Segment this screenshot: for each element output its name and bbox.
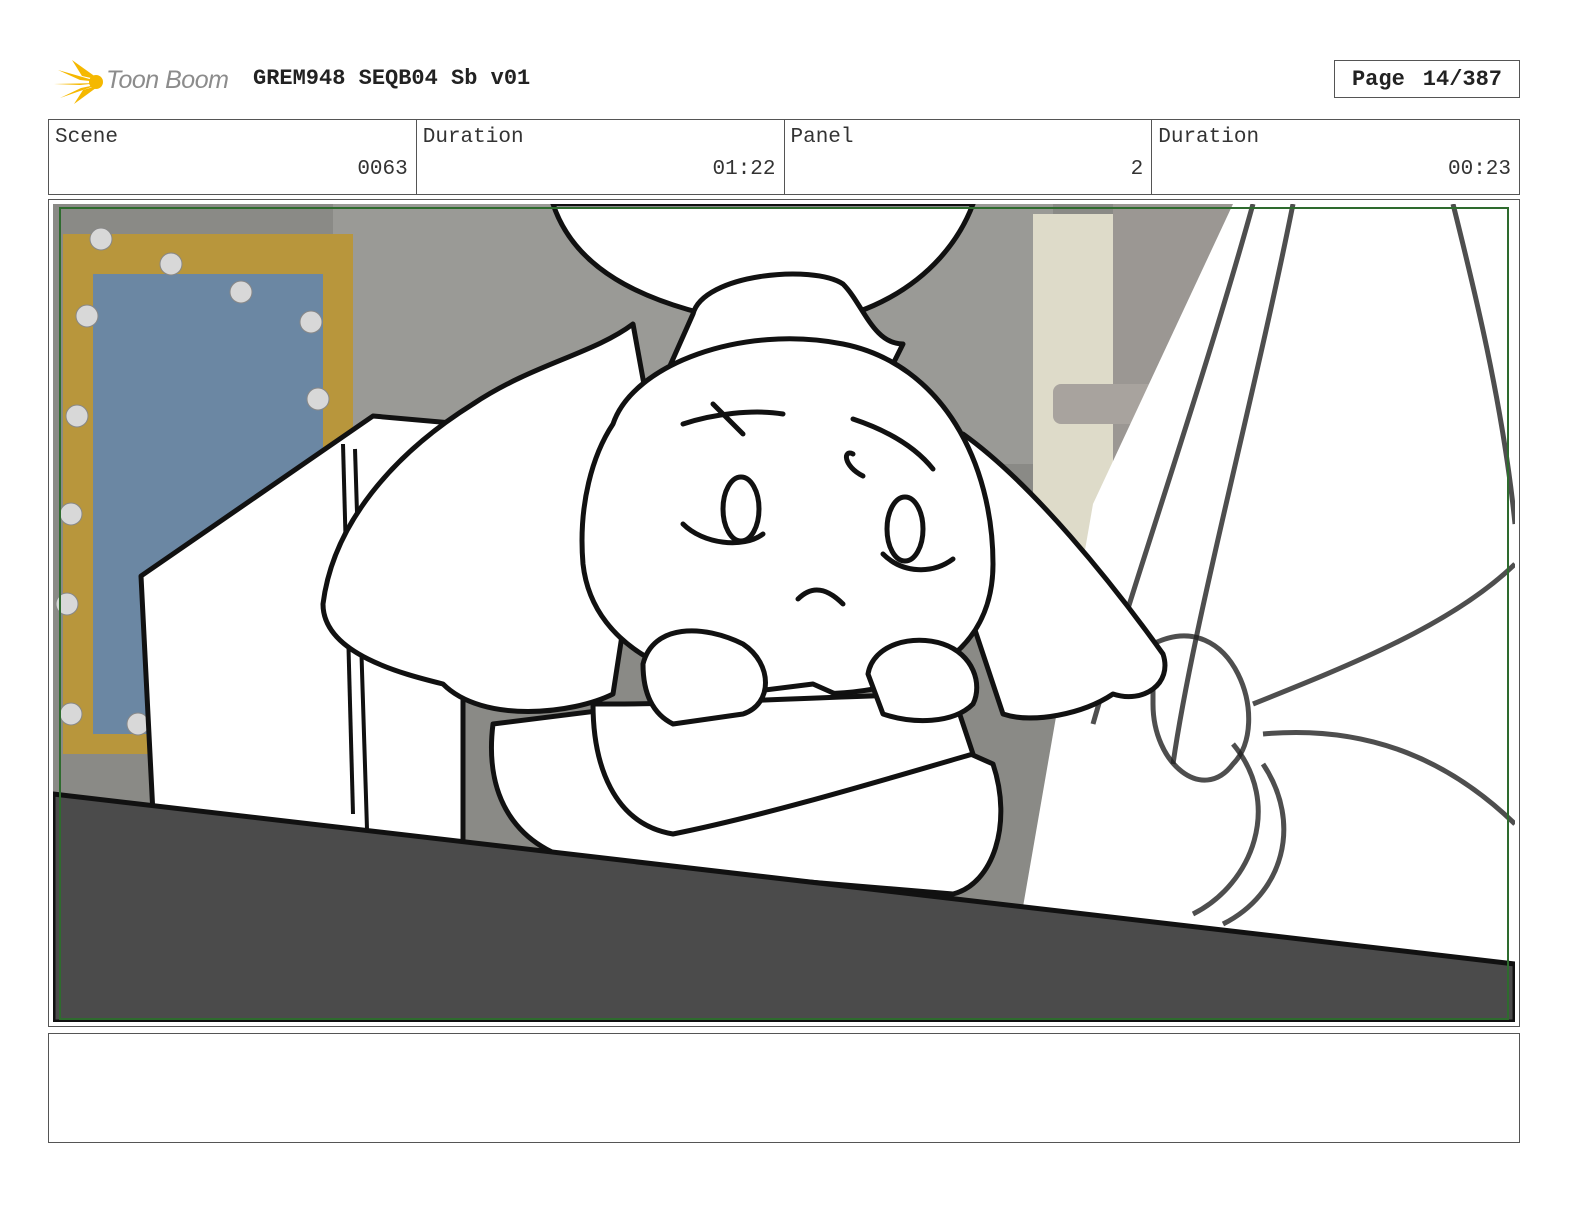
page-label: Page (1351, 66, 1405, 92)
storyboard-panel (48, 199, 1520, 1027)
panel-cell: Panel 2 (785, 120, 1153, 194)
scene-cell: Scene 0063 (49, 120, 417, 194)
panel-duration-label: Duration (1158, 126, 1260, 149)
panel-drawing (53, 204, 1515, 1022)
scene-duration-cell: Duration 01:22 (417, 120, 785, 194)
scene-label: Scene (55, 126, 119, 149)
scene-info-row: Scene 0063 Duration 01:22 Panel 2 Durati… (48, 119, 1520, 195)
page-number: 14/387 (1422, 66, 1503, 92)
panel-notes-box (48, 1033, 1520, 1143)
sunburst-icon (54, 60, 103, 104)
logo-text: Toon Boom (106, 66, 229, 94)
panel-duration-cell: Duration 00:23 (1152, 120, 1519, 194)
panel-duration-value: 00:23 (1447, 158, 1511, 181)
panel-sketch-image (53, 204, 1515, 1022)
storyboard-header: Toon Boom GREM948 SEQB04 Sb v01 Page 14/… (48, 52, 1520, 108)
scene-duration-value: 01:22 (712, 158, 776, 181)
page-indicator: Page 14/387 (1334, 60, 1520, 98)
toon-boom-logo: Toon Boom (52, 56, 242, 106)
panel-label: Panel (790, 126, 854, 149)
panel-value: 2 (1130, 158, 1144, 181)
document-title: GREM948 SEQB04 Sb v01 (253, 66, 531, 91)
scene-duration-label: Duration (422, 126, 524, 149)
scene-value: 0063 (357, 158, 408, 181)
